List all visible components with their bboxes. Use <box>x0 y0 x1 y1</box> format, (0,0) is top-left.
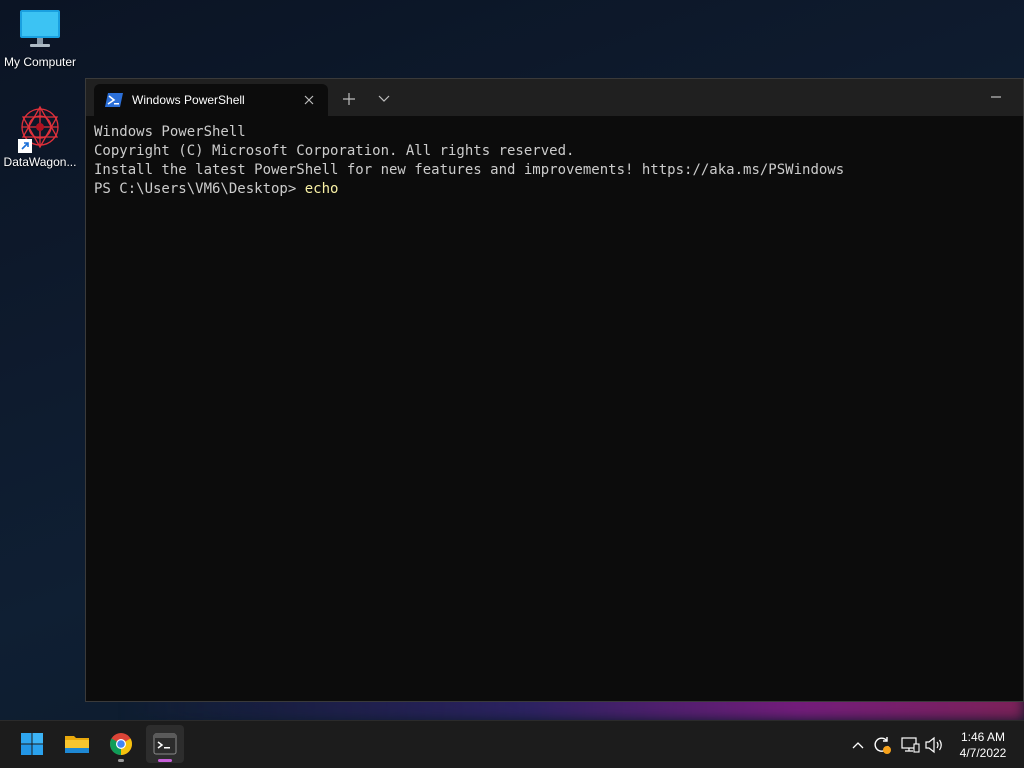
terminal-button[interactable] <box>146 725 184 763</box>
powershell-icon <box>105 93 123 107</box>
title-bar[interactable]: Windows PowerShell <box>86 79 1023 116</box>
console-line: Copyright (C) Microsoft Corporation. All… <box>94 143 575 159</box>
show-hidden-icons-button[interactable] <box>848 735 868 755</box>
file-explorer-button[interactable] <box>58 725 96 763</box>
prompt-line[interactable]: PS C:\Users\VM6\Desktop> echo <box>94 180 1015 199</box>
running-indicator <box>118 759 124 762</box>
desktop-icon-datawagon[interactable]: DataWagon... <box>0 104 80 169</box>
taskbar: 1:46 AM 4/7/2022 <box>0 720 1024 768</box>
console-line: Install the latest PowerShell for new fe… <box>94 162 845 178</box>
desktop: My Computer DataWagon... Windows PowerSh… <box>0 0 1024 768</box>
file-explorer-icon <box>65 736 89 753</box>
desktop-icon-label: DataWagon... <box>3 155 77 169</box>
prompt: PS C:\Users\VM6\Desktop> <box>94 181 305 197</box>
desktop-icon-my-computer[interactable]: My Computer <box>0 8 80 69</box>
console-line: Windows PowerShell <box>94 124 246 140</box>
volume-tray-button[interactable] <box>924 735 944 755</box>
clock-time: 1:46 AM <box>960 730 1006 744</box>
active-indicator <box>158 759 172 762</box>
minimize-button[interactable] <box>983 85 1009 109</box>
start-button[interactable] <box>13 725 51 763</box>
chevron-down-icon <box>378 95 390 102</box>
tab-windows-powershell[interactable]: Windows PowerShell <box>94 84 328 116</box>
console-output[interactable]: Windows PowerShell Copyright (C) Microsof… <box>94 123 1015 693</box>
tab-title: Windows PowerShell <box>132 93 245 107</box>
volume-icon <box>925 736 942 754</box>
chrome-button[interactable] <box>102 725 140 763</box>
desktop-icon-label: My Computer <box>3 55 77 69</box>
taskbar-clock[interactable]: 1:46 AM 4/7/2022 <box>950 729 1016 761</box>
datawagon-app-icon <box>16 104 64 153</box>
update-tray-button[interactable] <box>872 735 892 755</box>
update-icon <box>874 737 891 754</box>
terminal-icon <box>153 733 177 755</box>
network-tray-button[interactable] <box>900 735 920 755</box>
close-tab-icon[interactable] <box>298 89 320 111</box>
plus-icon <box>343 93 355 105</box>
start-icon <box>21 733 43 755</box>
clock-date: 4/7/2022 <box>959 746 1007 760</box>
tab-dropdown-button[interactable] <box>371 87 397 111</box>
monitor-icon <box>18 10 62 53</box>
minimize-icon <box>991 96 1001 98</box>
terminal-window[interactable]: Windows PowerShell Windows PowerShell Co… <box>85 78 1024 702</box>
chrome-icon <box>110 733 132 755</box>
command-input[interactable]: echo <box>305 181 339 197</box>
network-icon <box>901 737 920 753</box>
new-tab-button[interactable] <box>336 87 362 111</box>
chevron-up-icon <box>852 742 864 749</box>
